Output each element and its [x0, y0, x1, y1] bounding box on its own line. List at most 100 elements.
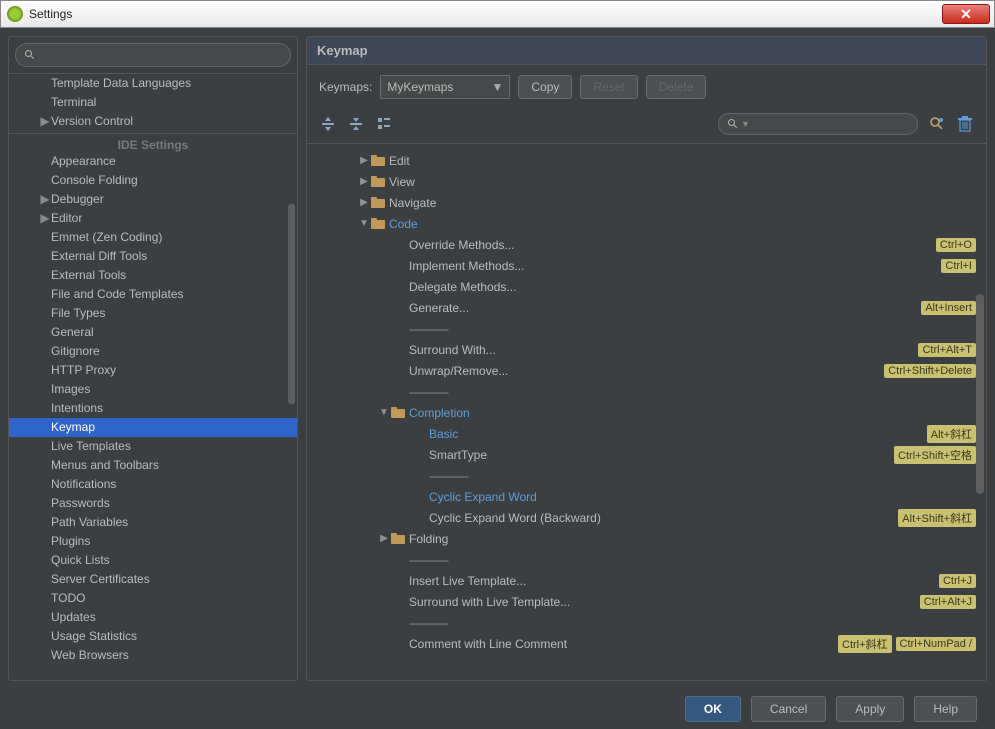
sidebar-item[interactable]: Terminal [9, 93, 297, 112]
tree-action[interactable]: Implement Methods...Ctrl+I [307, 255, 986, 276]
action-search-input[interactable]: ▼ [718, 113, 918, 135]
tree-item-label: Navigate [389, 196, 976, 210]
copy-button[interactable]: Copy [518, 75, 572, 99]
titlebar: Settings ✕ [0, 0, 995, 28]
sidebar-item[interactable]: Quick Lists [9, 551, 297, 570]
sidebar-item[interactable]: Notifications [9, 475, 297, 494]
sidebar-item-label: Terminal [51, 95, 96, 109]
sidebar-item[interactable]: Web Browsers [9, 646, 297, 665]
sidebar-item[interactable]: General [9, 323, 297, 342]
tree-folder[interactable]: ▶Edit [307, 150, 986, 171]
tree-folder[interactable]: ▼Code [307, 213, 986, 234]
sidebar-item[interactable]: TODO [9, 589, 297, 608]
tree-action[interactable]: ------------- [307, 318, 986, 339]
tree-folder[interactable]: ▶View [307, 171, 986, 192]
sidebar-item-label: Plugins [51, 534, 90, 548]
sidebar-item[interactable]: Gitignore [9, 342, 297, 361]
sidebar-item[interactable]: Menus and Toolbars [9, 456, 297, 475]
tree-action[interactable]: Insert Live Template...Ctrl+J [307, 570, 986, 591]
sidebar-item[interactable]: Path Variables [9, 513, 297, 532]
sidebar-item[interactable]: Console Folding [9, 171, 297, 190]
apply-button[interactable]: Apply [836, 696, 904, 722]
sidebar-item-label: Menus and Toolbars [51, 458, 159, 472]
folder-icon [391, 533, 405, 544]
tree-scrollbar[interactable] [976, 294, 984, 494]
tree-action[interactable]: Cyclic Expand Word (Backward)Alt+Shift+斜… [307, 507, 986, 528]
find-by-shortcut-icon[interactable] [928, 115, 946, 133]
sidebar-item[interactable]: HTTP Proxy [9, 361, 297, 380]
sidebar-item-label: File Types [51, 306, 105, 320]
sidebar-item[interactable]: ▶Editor [9, 209, 297, 228]
tree-item-label: Implement Methods... [409, 259, 937, 273]
sidebar-item[interactable]: File and Code Templates [9, 285, 297, 304]
tree-action[interactable]: SmartTypeCtrl+Shift+空格 [307, 444, 986, 465]
sidebar-scrollbar[interactable] [288, 204, 295, 404]
sidebar-item[interactable]: Usage Statistics [9, 627, 297, 646]
sidebar-item[interactable]: Keymap [9, 418, 297, 437]
tree-action[interactable]: ------------- [307, 465, 986, 486]
tree-action[interactable]: Delegate Methods... [307, 276, 986, 297]
tree-item-label: Unwrap/Remove... [409, 364, 880, 378]
tree-item-label: Override Methods... [409, 238, 932, 252]
edit-shortcut-icon[interactable] [375, 115, 393, 133]
trash-icon[interactable] [956, 115, 974, 133]
main-panel: Keymap Keymaps: MyKeymaps ▼ Copy Reset D… [306, 36, 987, 681]
tree-action[interactable]: ------------- [307, 612, 986, 633]
sidebar-item[interactable]: Plugins [9, 532, 297, 551]
tree-action[interactable]: BasicAlt+斜杠 [307, 423, 986, 444]
sidebar-item[interactable]: External Diff Tools [9, 247, 297, 266]
tree-item-label: Surround With... [409, 343, 914, 357]
sidebar-item-label: External Diff Tools [51, 249, 147, 263]
keymaps-dropdown[interactable]: MyKeymaps ▼ [380, 75, 510, 99]
tree-item-label: Completion [409, 406, 976, 420]
sidebar-item[interactable]: Server Certificates [9, 570, 297, 589]
sidebar-item-label: Passwords [51, 496, 110, 510]
collapse-all-icon[interactable] [347, 115, 365, 133]
tree-action[interactable]: Override Methods...Ctrl+O [307, 234, 986, 255]
tree-action[interactable]: Surround with Live Template...Ctrl+Alt+J [307, 591, 986, 612]
sidebar-item-label: Gitignore [51, 344, 100, 358]
tree-action[interactable]: ------------- [307, 549, 986, 570]
tree-item-label: Folding [409, 532, 976, 546]
tree-action[interactable]: Unwrap/Remove...Ctrl+Shift+Delete [307, 360, 986, 381]
sidebar-search-input[interactable] [15, 43, 291, 67]
sidebar-item[interactable]: Updates [9, 608, 297, 627]
separator: ------------- [409, 322, 976, 336]
sidebar-item[interactable]: Live Templates [9, 437, 297, 456]
sidebar-item[interactable]: Template Data Languages [9, 74, 297, 93]
sidebar-item[interactable]: ▶Debugger [9, 190, 297, 209]
sidebar-item-label: General [51, 325, 94, 339]
sidebar-item-label: Appearance [51, 154, 116, 168]
sidebar-item[interactable]: ▶Version Control [9, 112, 297, 131]
sidebar-item[interactable]: Emmet (Zen Coding) [9, 228, 297, 247]
expand-arrow-icon: ▶ [39, 190, 51, 209]
sidebar-item[interactable]: Intentions [9, 399, 297, 418]
tree-action[interactable]: Surround With...Ctrl+Alt+T [307, 339, 986, 360]
tree-folder[interactable]: ▼Completion [307, 402, 986, 423]
sidebar-item-label: HTTP Proxy [51, 363, 116, 377]
tree-action[interactable]: ------------- [307, 381, 986, 402]
tree-folder[interactable]: ▶Navigate [307, 192, 986, 213]
help-button[interactable]: Help [914, 696, 977, 722]
tree-action[interactable]: Cyclic Expand Word [307, 486, 986, 507]
sidebar-item[interactable]: Images [9, 380, 297, 399]
sidebar-item-label: Live Templates [51, 439, 131, 453]
sidebar-item[interactable]: File Types [9, 304, 297, 323]
sidebar-item[interactable]: External Tools [9, 266, 297, 285]
tree-item-label: Cyclic Expand Word [429, 490, 976, 504]
delete-button[interactable]: Delete [646, 75, 707, 99]
tree-folder[interactable]: ▶Folding [307, 528, 986, 549]
close-button[interactable]: ✕ [942, 4, 990, 24]
tree-item-label: View [389, 175, 976, 189]
sidebar-item-label: Server Certificates [51, 572, 150, 586]
keymaps-value: MyKeymaps [387, 80, 453, 94]
tree-action[interactable]: Generate...Alt+Insert [307, 297, 986, 318]
folder-icon [371, 218, 385, 229]
tree-item-label: Insert Live Template... [409, 574, 935, 588]
reset-button[interactable]: Reset [580, 75, 637, 99]
expand-all-icon[interactable] [319, 115, 337, 133]
tree-action[interactable]: Comment with Line CommentCtrl+斜杠Ctrl+Num… [307, 633, 986, 654]
ok-button[interactable]: OK [685, 696, 741, 722]
sidebar-item[interactable]: Passwords [9, 494, 297, 513]
cancel-button[interactable]: Cancel [751, 696, 826, 722]
